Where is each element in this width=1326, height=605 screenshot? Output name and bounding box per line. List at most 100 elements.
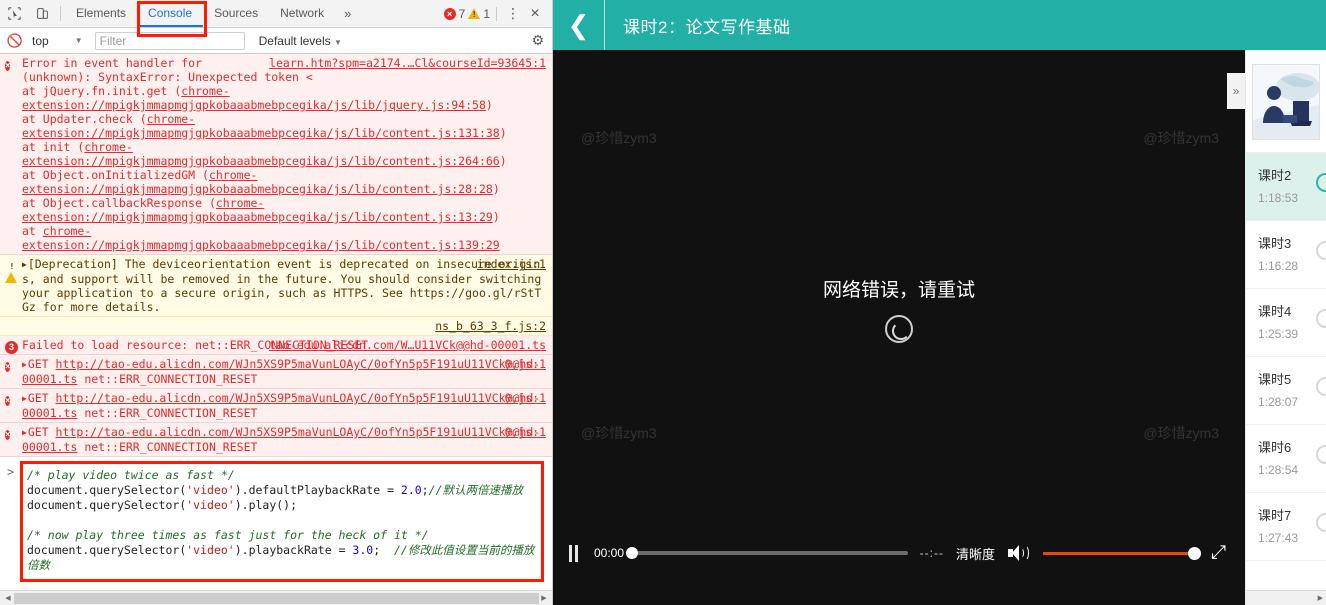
log-levels-dropdown[interactable]: Default levels ▼ — [259, 34, 342, 48]
issue-counts[interactable]: × 7 1 — [443, 7, 490, 21]
console-filter-bar: 🚫 top ▼ Filter Default levels ▼ ⚙ — [0, 28, 552, 54]
code-line-2-number: 2.0 — [400, 483, 422, 497]
volume-slider[interactable] — [1043, 546, 1201, 560]
error-text: 网络错误，请重试 — [822, 280, 975, 301]
tab-sources[interactable]: Sources — [203, 0, 269, 27]
play-circle-icon[interactable] — [1316, 309, 1326, 328]
message-source-link[interactable]: index.js:1 — [477, 257, 546, 271]
expand-triangle-icon[interactable]: ▶ — [22, 258, 27, 272]
gear-icon[interactable]: ⚙ — [531, 32, 548, 49]
tab-network[interactable]: Network — [269, 0, 335, 27]
playlist-item[interactable]: 课时6 1:28:54 — [1246, 425, 1326, 493]
more-tabs-icon[interactable]: » — [335, 0, 360, 27]
collapse-playlist-button[interactable]: » — [1227, 73, 1245, 109]
message-source-link[interactable]: 0.js:1 — [504, 425, 546, 439]
devtools-panel: Elements Console Sources Network » × 7 1… — [0, 0, 553, 605]
console-message-error[interactable]: × learn.htm?spm=a2174.…Cl&courseId=93645… — [0, 54, 552, 255]
scrollbar-thumb[interactable] — [14, 593, 539, 604]
console-message-get-error[interactable]: × 0.js:1 ▶GET http://tao-edu.alicdn.com/… — [0, 355, 552, 389]
console-message-error-group[interactable]: 3 tao-edu.alicdn.com/W…U11VCk@@hd-00001.… — [0, 336, 552, 355]
stack-url[interactable]: chrome-extension://mpigkjmmapmgjgpkobaaa… — [22, 140, 500, 168]
message-text: ▶GET http://tao-edu.alicdn.com/WJn5XS9P5… — [0, 425, 552, 454]
play-circle-icon[interactable] — [1316, 241, 1326, 260]
progress-bar[interactable] — [626, 547, 908, 559]
more-options-icon[interactable]: ⋮ — [503, 5, 523, 22]
playlist-item[interactable]: 课时3 1:16:28 — [1246, 221, 1326, 289]
device-toolbar-icon[interactable] — [28, 0, 56, 27]
quality-selector[interactable]: 清晰度 — [954, 544, 997, 563]
expand-triangle-icon[interactable]: ▶ — [22, 392, 27, 406]
playlist-item[interactable]: 课时2 1:18:53 — [1246, 153, 1326, 221]
message-source-link[interactable]: 0.js:1 — [504, 357, 546, 371]
back-chevron-icon[interactable]: ❮ — [553, 0, 605, 50]
http-method: GET — [27, 425, 49, 439]
chevron-down-icon: ▼ — [74, 36, 83, 45]
code-line-3-string: 'video' — [186, 498, 235, 512]
cursor-inspect-icon[interactable] — [0, 0, 28, 27]
source-link-text[interactable]: ns_b_63_3_f.js:2 — [435, 319, 546, 333]
net-status: net::ERR_CONNECTION_RESET — [84, 372, 258, 386]
message-text: ▶GET http://tao-edu.alicdn.com/WJn5XS9P5… — [0, 391, 552, 420]
playlist-item[interactable]: 课时5 1:28:07 — [1246, 357, 1326, 425]
expand-triangle-icon[interactable]: ▶ — [22, 358, 27, 372]
stack-url[interactable]: chrome-extension://mpigkjmmapmgjgpkobaaa… — [22, 224, 500, 252]
tab-elements[interactable]: Elements — [65, 0, 137, 27]
console-message-get-error[interactable]: × 0.js:1 ▶GET http://tao-edu.alicdn.com/… — [0, 389, 552, 423]
devtools-toolbar: Elements Console Sources Network » × 7 1… — [0, 0, 552, 37]
error-line-1: Error in event handler for — [22, 56, 203, 70]
play-circle-icon[interactable] — [1316, 377, 1326, 396]
code-comment-1: /* play video twice as fast */ — [27, 468, 235, 482]
stack-fn: at init — [22, 140, 71, 154]
close-icon[interactable]: × — [523, 5, 547, 23]
code-comment-2: /* now play three times as fast just for… — [27, 528, 429, 542]
stack-fn: at Object.callbackResponse — [22, 196, 203, 210]
code-line-5-string: 'video' — [186, 543, 235, 557]
scroll-left-icon[interactable]: ◀ — [1, 594, 15, 602]
lesson-duration: 1:25:39 — [1258, 327, 1299, 341]
code-line-5-number: 3.0 — [352, 543, 374, 557]
console-horizontal-scrollbar[interactable]: ◀ ▶ — [0, 590, 552, 605]
message-source-link[interactable]: learn.htm?spm=a2174.…Cl&courseId=93645:1 — [269, 56, 546, 70]
console-message-get-error[interactable]: × 0.js:1 ▶GET http://tao-edu.alicdn.com/… — [0, 423, 552, 457]
playlist-item[interactable]: 课时4 1:25:39 — [1246, 289, 1326, 357]
pause-icon[interactable] — [567, 544, 584, 562]
progress-knob[interactable] — [626, 547, 639, 559]
tab-console[interactable]: Console — [137, 0, 204, 27]
console-code-input[interactable]: /* play video twice as fast */ document.… — [20, 461, 544, 582]
watermark: @珍惜zym3 — [1143, 425, 1219, 441]
filter-placeholder: Filter — [99, 33, 127, 48]
play-circle-icon[interactable] — [1316, 445, 1326, 464]
volume-icon[interactable] — [1007, 544, 1029, 562]
code-line-2-string: 'video' — [186, 483, 235, 497]
console-message-source-only[interactable]: ns_b_63_3_f.js:2 — [0, 317, 552, 336]
expand-triangle-icon[interactable]: ▶ — [22, 426, 27, 440]
filter-input[interactable]: Filter — [94, 31, 245, 50]
code-line-2-mid: ).defaultPlaybackRate = — [234, 483, 401, 497]
play-circle-icon[interactable] — [1316, 173, 1326, 192]
scroll-right-icon[interactable]: ▶ — [1318, 594, 1323, 602]
net-status: net::ERR_CONNECTION_RESET — [84, 406, 258, 420]
console-message-warning[interactable]: index.js:1 ▶[Deprecation] The deviceorie… — [0, 255, 552, 317]
scroll-right-icon[interactable]: ▶ — [537, 594, 551, 602]
console-prompt[interactable]: > /* play video twice as fast */ documen… — [0, 457, 552, 586]
retry-circle-icon[interactable] — [885, 315, 913, 343]
chevron-down-icon-levels: ▼ — [334, 37, 342, 47]
course-thumbnail-wrap — [1246, 50, 1326, 153]
video-player[interactable]: @珍惜zym3 @珍惜zym3 @珍惜zym3 @珍惜zym3 网络错误，请重试… — [553, 50, 1245, 605]
context-selector[interactable]: top ▼ — [26, 34, 89, 48]
page-body: @珍惜zym3 @珍惜zym3 @珍惜zym3 @珍惜zym3 网络错误，请重试… — [553, 50, 1326, 605]
clear-console-icon[interactable]: 🚫 — [4, 33, 26, 49]
watermark: @珍惜zym3 — [581, 425, 657, 441]
message-source-link[interactable]: ns_b_63_3_f.js:2 — [0, 319, 552, 333]
volume-knob[interactable] — [1188, 546, 1201, 560]
error-icon: × — [443, 7, 456, 20]
message-source-link[interactable]: 0.js:1 — [504, 391, 546, 405]
fullscreen-icon[interactable] — [1211, 543, 1231, 563]
message-source-link[interactable]: tao-edu.alicdn.com/W…U11VCk@@hd-00001.ts — [269, 338, 546, 352]
error-icon: × — [5, 430, 11, 440]
stack-frame: at Object.onInitializedGM (chrome-extens… — [22, 168, 500, 196]
playlist-item[interactable]: 课时7 1:27:43 — [1246, 493, 1326, 561]
playlist-scrollbar[interactable]: ▶ — [1246, 590, 1326, 605]
play-circle-icon[interactable] — [1316, 513, 1326, 532]
error-icon: × — [5, 61, 11, 71]
